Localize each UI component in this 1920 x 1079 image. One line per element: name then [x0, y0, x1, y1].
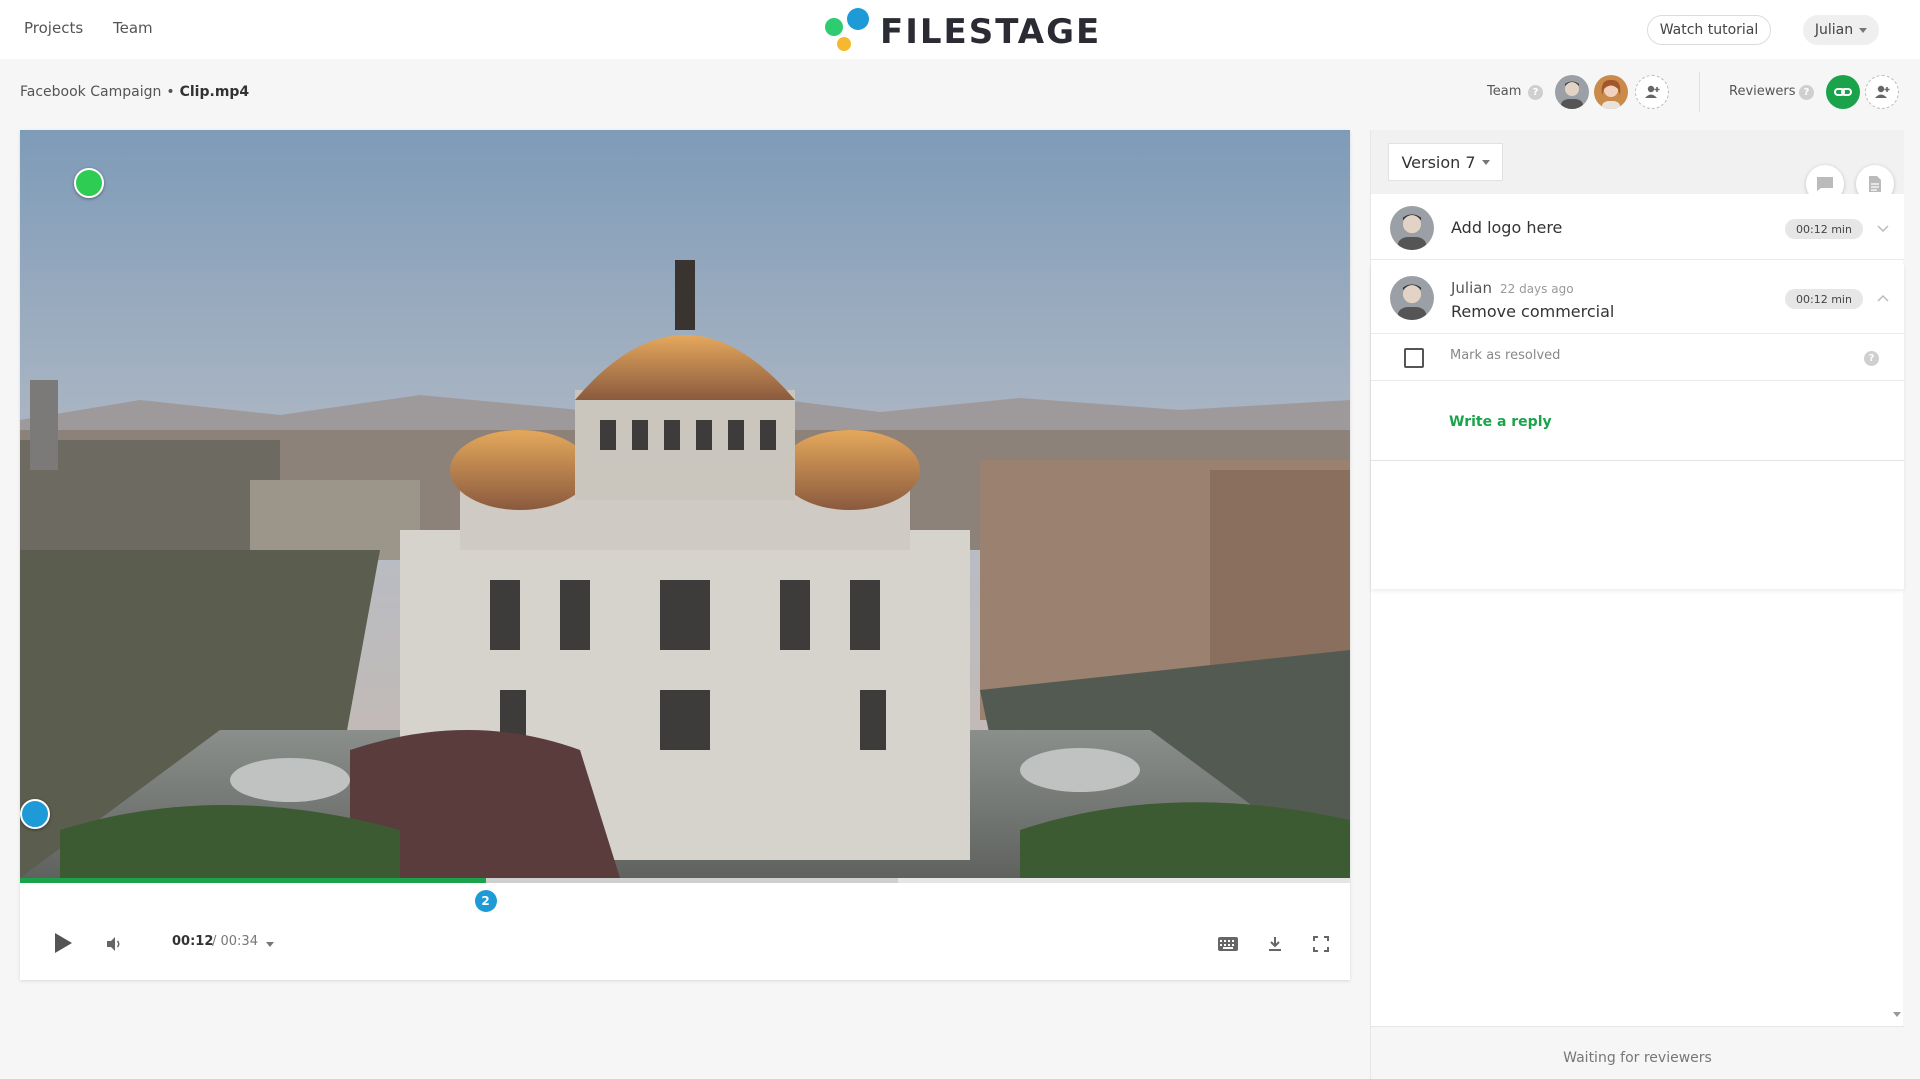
user-menu-button[interactable]: Julian — [1803, 15, 1879, 45]
mark-resolved-label: Mark as resolved — [1450, 348, 1561, 363]
keyboard-shortcuts-button[interactable] — [1213, 930, 1243, 958]
breadcrumb: Facebook Campaign • Clip.mp4 — [20, 84, 249, 100]
watch-tutorial-button[interactable]: Watch tutorial — [1647, 15, 1771, 45]
nav-team-link[interactable]: Team — [113, 19, 153, 37]
add-person-icon — [1875, 85, 1890, 98]
comment-timestamp-badge[interactable]: 00:12 min — [1785, 289, 1863, 309]
add-person-icon — [1645, 85, 1660, 98]
divider — [1371, 333, 1904, 334]
chevron-down-icon — [266, 941, 274, 947]
volume-button[interactable] — [100, 930, 128, 958]
breadcrumb-separator: • — [166, 84, 175, 100]
comment-text: Remove commercial — [1451, 302, 1615, 321]
chevron-down-icon[interactable] — [1876, 222, 1890, 236]
watch-tutorial-label: Watch tutorial — [1659, 22, 1759, 38]
time-format-dropdown[interactable] — [262, 936, 278, 952]
breadcrumb-file: Clip.mp4 — [179, 84, 250, 100]
chevron-down-icon — [1859, 27, 1868, 33]
team-avatar-2[interactable] — [1594, 75, 1628, 109]
nav-projects-link[interactable]: Projects — [24, 19, 83, 37]
link-icon — [1834, 88, 1852, 96]
team-label: Team — [1487, 84, 1522, 99]
comments-panel: Version 7 Add logo here 00:12 min Julian… — [1370, 130, 1904, 1079]
document-icon — [1869, 176, 1881, 192]
timeline-comment-pin[interactable]: 2 — [474, 890, 497, 912]
team-help-icon[interactable]: ? — [1528, 85, 1543, 100]
reviewers-help-icon[interactable]: ? — [1799, 85, 1814, 100]
resolve-help-icon[interactable]: ? — [1864, 351, 1879, 366]
divider — [1371, 380, 1904, 381]
chevron-up-icon[interactable] — [1876, 291, 1890, 305]
add-team-member-button[interactable] — [1635, 75, 1669, 109]
comment-date: 22 days ago — [1500, 282, 1574, 296]
volume-icon — [107, 937, 120, 951]
total-time: / 00:34 — [212, 934, 258, 949]
video-frame[interactable] — [20, 130, 1350, 878]
comment-item[interactable]: Add logo here 00:12 min — [1371, 194, 1904, 260]
fullscreen-icon — [1313, 936, 1329, 952]
comment-author: Julian — [1451, 279, 1492, 297]
fullscreen-button[interactable] — [1307, 930, 1335, 958]
current-time: 00:12 — [172, 934, 214, 949]
divider — [1371, 460, 1904, 461]
logo-text: FILESTAGE — [880, 12, 1102, 52]
comment-text: Add logo here — [1451, 218, 1563, 237]
add-reviewer-button[interactable] — [1865, 75, 1899, 109]
annotation-marker-blue[interactable] — [20, 799, 50, 829]
download-icon — [1269, 937, 1281, 951]
progress-played — [20, 878, 486, 883]
team-avatar-1[interactable] — [1555, 75, 1589, 109]
man-avatar-icon — [1390, 206, 1434, 250]
comment-timestamp-badge[interactable]: 00:12 min — [1785, 219, 1863, 239]
comment-avatar — [1390, 206, 1434, 250]
woman-avatar-icon — [1594, 75, 1628, 109]
review-status-text: Waiting for reviewers — [1563, 1050, 1712, 1066]
man-avatar-icon — [1390, 276, 1434, 320]
keyboard-icon — [1218, 937, 1238, 951]
comment-avatar — [1390, 276, 1434, 320]
header-divider — [1699, 72, 1700, 112]
write-reply-link[interactable]: Write a reply — [1449, 414, 1552, 430]
download-button[interactable] — [1261, 930, 1289, 958]
progress-bar[interactable] — [20, 878, 1350, 883]
version-dropdown[interactable]: Version 7 — [1388, 143, 1503, 181]
chevron-down-icon — [1481, 159, 1490, 165]
share-link-button[interactable] — [1826, 75, 1860, 109]
man-avatar-icon — [1555, 75, 1589, 109]
scroll-down-arrow-icon[interactable] — [1893, 1012, 1901, 1017]
annotation-marker-green[interactable] — [74, 168, 104, 198]
play-icon — [55, 933, 72, 953]
reviewers-label: Reviewers — [1729, 84, 1796, 99]
comment-icon — [1817, 177, 1833, 191]
version-label: Version 7 — [1401, 152, 1476, 172]
video-player: 2 00:12 / 00:34 — [20, 130, 1350, 980]
video-thumbnail-image — [20, 130, 1350, 878]
breadcrumb-project-link[interactable]: Facebook Campaign — [20, 84, 161, 100]
user-name: Julian — [1814, 22, 1854, 38]
play-button[interactable] — [46, 926, 80, 960]
mark-resolved-checkbox[interactable] — [1404, 348, 1424, 368]
top-bar: Projects Team FILESTAGE Watch tutorial J… — [0, 0, 1920, 59]
